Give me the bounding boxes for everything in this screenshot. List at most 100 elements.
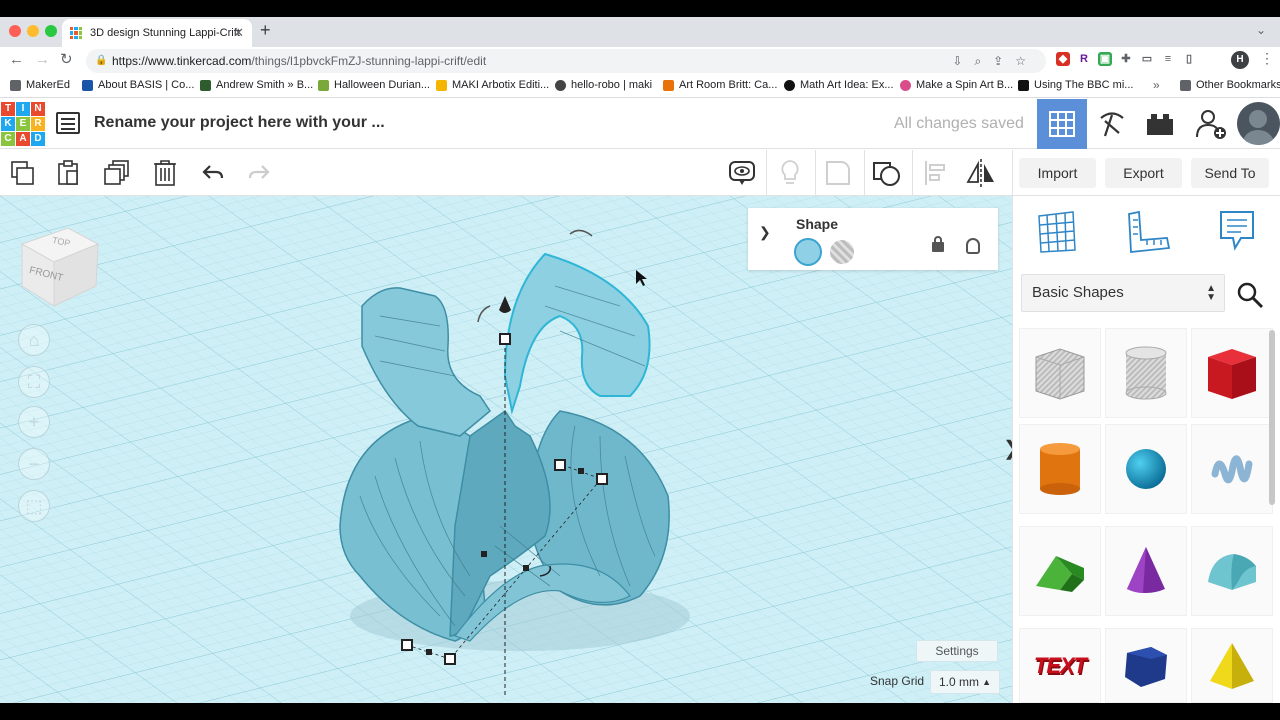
rotate-handle-icon[interactable] (569, 229, 593, 237)
bookmark-item[interactable]: MakerEd (10, 79, 70, 91)
corner-handle[interactable] (401, 639, 413, 651)
shape-box-hole[interactable] (1019, 328, 1101, 418)
edge-handle[interactable] (578, 468, 584, 474)
bookmark-item[interactable]: Using The BBC mi... (1018, 79, 1133, 91)
more-bookmarks-chevron-icon[interactable]: » (1153, 78, 1160, 92)
forward-arrow-icon[interactable]: → (35, 51, 50, 69)
close-window-button[interactable] (9, 25, 21, 37)
user-avatar[interactable] (1237, 102, 1280, 145)
install-app-icon[interactable]: ⇩ (952, 49, 962, 73)
send-to-button[interactable]: Send To (1191, 158, 1269, 188)
maximize-window-button[interactable] (45, 25, 57, 37)
export-button[interactable]: Export (1105, 158, 1182, 188)
solid-color-swatch[interactable] (794, 238, 822, 266)
blocks-view-button[interactable] (1087, 99, 1137, 149)
shape-cylinder-hole[interactable] (1105, 328, 1187, 418)
corner-handle[interactable] (444, 653, 456, 665)
import-button[interactable]: Import (1019, 158, 1096, 188)
shape-scribble[interactable] (1191, 424, 1273, 514)
share-icon[interactable]: ⇪ (993, 49, 1003, 73)
shape-box[interactable] (1191, 328, 1273, 418)
selected-3d-shape[interactable] (0, 196, 1012, 703)
bookmark-item[interactable]: Halloween Durian... (318, 79, 430, 91)
lightbulb-icon[interactable] (966, 238, 980, 254)
shape-pyramid[interactable] (1191, 628, 1273, 703)
height-handle[interactable] (499, 333, 511, 345)
align-button[interactable] (920, 158, 950, 188)
undo-button[interactable] (198, 158, 228, 188)
shape-library-select[interactable]: Basic Shapes ▲ ▼ (1021, 274, 1225, 312)
tab-close-icon[interactable]: ✕ (233, 19, 244, 47)
bookmark-item[interactable]: Math Art Idea: Ex... (784, 79, 894, 91)
shape-cone[interactable] (1105, 526, 1187, 616)
snap-grid-select[interactable]: 1.0 mm ▲ (930, 670, 1000, 694)
notes-button[interactable] (775, 158, 805, 188)
bookmark-item[interactable]: Art Room Britt: Ca... (663, 79, 777, 91)
delete-button[interactable] (150, 158, 180, 188)
tinkercad-logo[interactable]: T I N K E R C A D (1, 102, 45, 146)
panel-toggle-chevron-icon[interactable]: ❯ (1003, 436, 1012, 461)
reading-list-icon[interactable]: ≡ (1161, 52, 1175, 66)
shape-polygon[interactable] (1105, 628, 1187, 703)
side-panel-icon[interactable]: ▯ (1182, 52, 1196, 66)
back-arrow-icon[interactable]: ← (9, 51, 24, 69)
profile-avatar[interactable]: H (1231, 51, 1249, 69)
shield-extension-icon[interactable]: ◆ (1056, 52, 1070, 66)
corner-handle[interactable] (596, 473, 608, 485)
shape-round-roof[interactable] (1191, 526, 1273, 616)
project-name[interactable]: Rename your project here with your ... (94, 114, 385, 132)
shape-roof[interactable] (1019, 526, 1101, 616)
bookmark-label: Andrew Smith » B... (216, 79, 314, 91)
new-tab-icon[interactable]: + (260, 20, 271, 41)
bookmark-item[interactable]: Andrew Smith » B... (200, 79, 313, 91)
workplane[interactable]: TOP FRONT ⌂ ⛶ + − ⬚ ❯ Shape Settings Sna… (0, 196, 1012, 703)
browser-menu-icon[interactable]: ⋮ (1260, 50, 1274, 67)
zoom-icon[interactable]: ⌕ (974, 49, 981, 73)
puzzle-extension-icon[interactable]: ✚ (1119, 52, 1133, 66)
minimize-window-button[interactable] (27, 25, 39, 37)
shapes-panel-scrollbar[interactable] (1269, 330, 1275, 505)
cast-icon[interactable]: ▭ (1140, 52, 1154, 66)
browser-tab[interactable]: 3D design Stunning Lappi-Crift ✕ (62, 19, 252, 47)
group-button[interactable] (823, 158, 853, 188)
paste-button[interactable] (54, 158, 84, 188)
duplicate-button[interactable] (102, 158, 132, 188)
ungroup-button[interactable] (872, 158, 902, 188)
bookmark-item[interactable]: MAKI Arbotix Editi... (436, 79, 549, 91)
shape-cylinder[interactable] (1019, 424, 1101, 514)
bookmark-item[interactable]: Make a Spin Art B... (900, 79, 1013, 91)
shape-sphere[interactable] (1105, 424, 1187, 514)
other-bookmarks[interactable]: Other Bookmarks (1180, 79, 1280, 91)
design-list-icon[interactable] (56, 112, 80, 134)
shape-text[interactable]: TEXT (1019, 628, 1101, 703)
redo-button[interactable] (244, 158, 274, 188)
collapse-chevron-icon[interactable]: ❯ (759, 224, 771, 241)
bookmark-item[interactable]: About BASIS | Co... (82, 79, 194, 91)
r-extension-icon[interactable]: R (1077, 52, 1091, 66)
tab-search-chevron-icon[interactable]: ⌄ (1256, 23, 1266, 37)
edge-handle[interactable] (426, 649, 432, 655)
mirror-button[interactable] (966, 158, 996, 188)
bookmark-star-icon[interactable]: ☆ (1015, 49, 1026, 73)
lift-cone-handle[interactable] (499, 296, 511, 313)
settings-button[interactable]: Settings (916, 640, 998, 662)
hole-swatch[interactable] (830, 240, 854, 264)
notes-tool-button[interactable] (1215, 208, 1259, 254)
search-shapes-button[interactable] (1235, 280, 1265, 310)
edge-handle[interactable] (523, 565, 529, 571)
workplane-tool-button[interactable] (1035, 210, 1079, 254)
bookmark-item[interactable]: hello-robo | maki (555, 79, 652, 91)
corner-handle[interactable] (554, 459, 566, 471)
copy-button[interactable] (8, 158, 38, 188)
reload-icon[interactable]: ↻ (60, 51, 73, 69)
url-input[interactable]: 🔒 https://www.tinkercad.com/things/l1pbv… (86, 49, 1046, 73)
ruler-tool-button[interactable] (1125, 210, 1171, 254)
edge-handle[interactable] (481, 551, 487, 557)
green-extension-icon[interactable]: ▣ (1098, 52, 1112, 66)
bricks-view-button[interactable] (1135, 99, 1185, 149)
rotate-handle-icon[interactable] (477, 305, 491, 323)
ruler-icon (1128, 210, 1171, 253)
3d-design-view-button[interactable] (1037, 99, 1087, 149)
show-all-button[interactable] (727, 158, 757, 188)
add-user-button[interactable] (1186, 99, 1236, 149)
